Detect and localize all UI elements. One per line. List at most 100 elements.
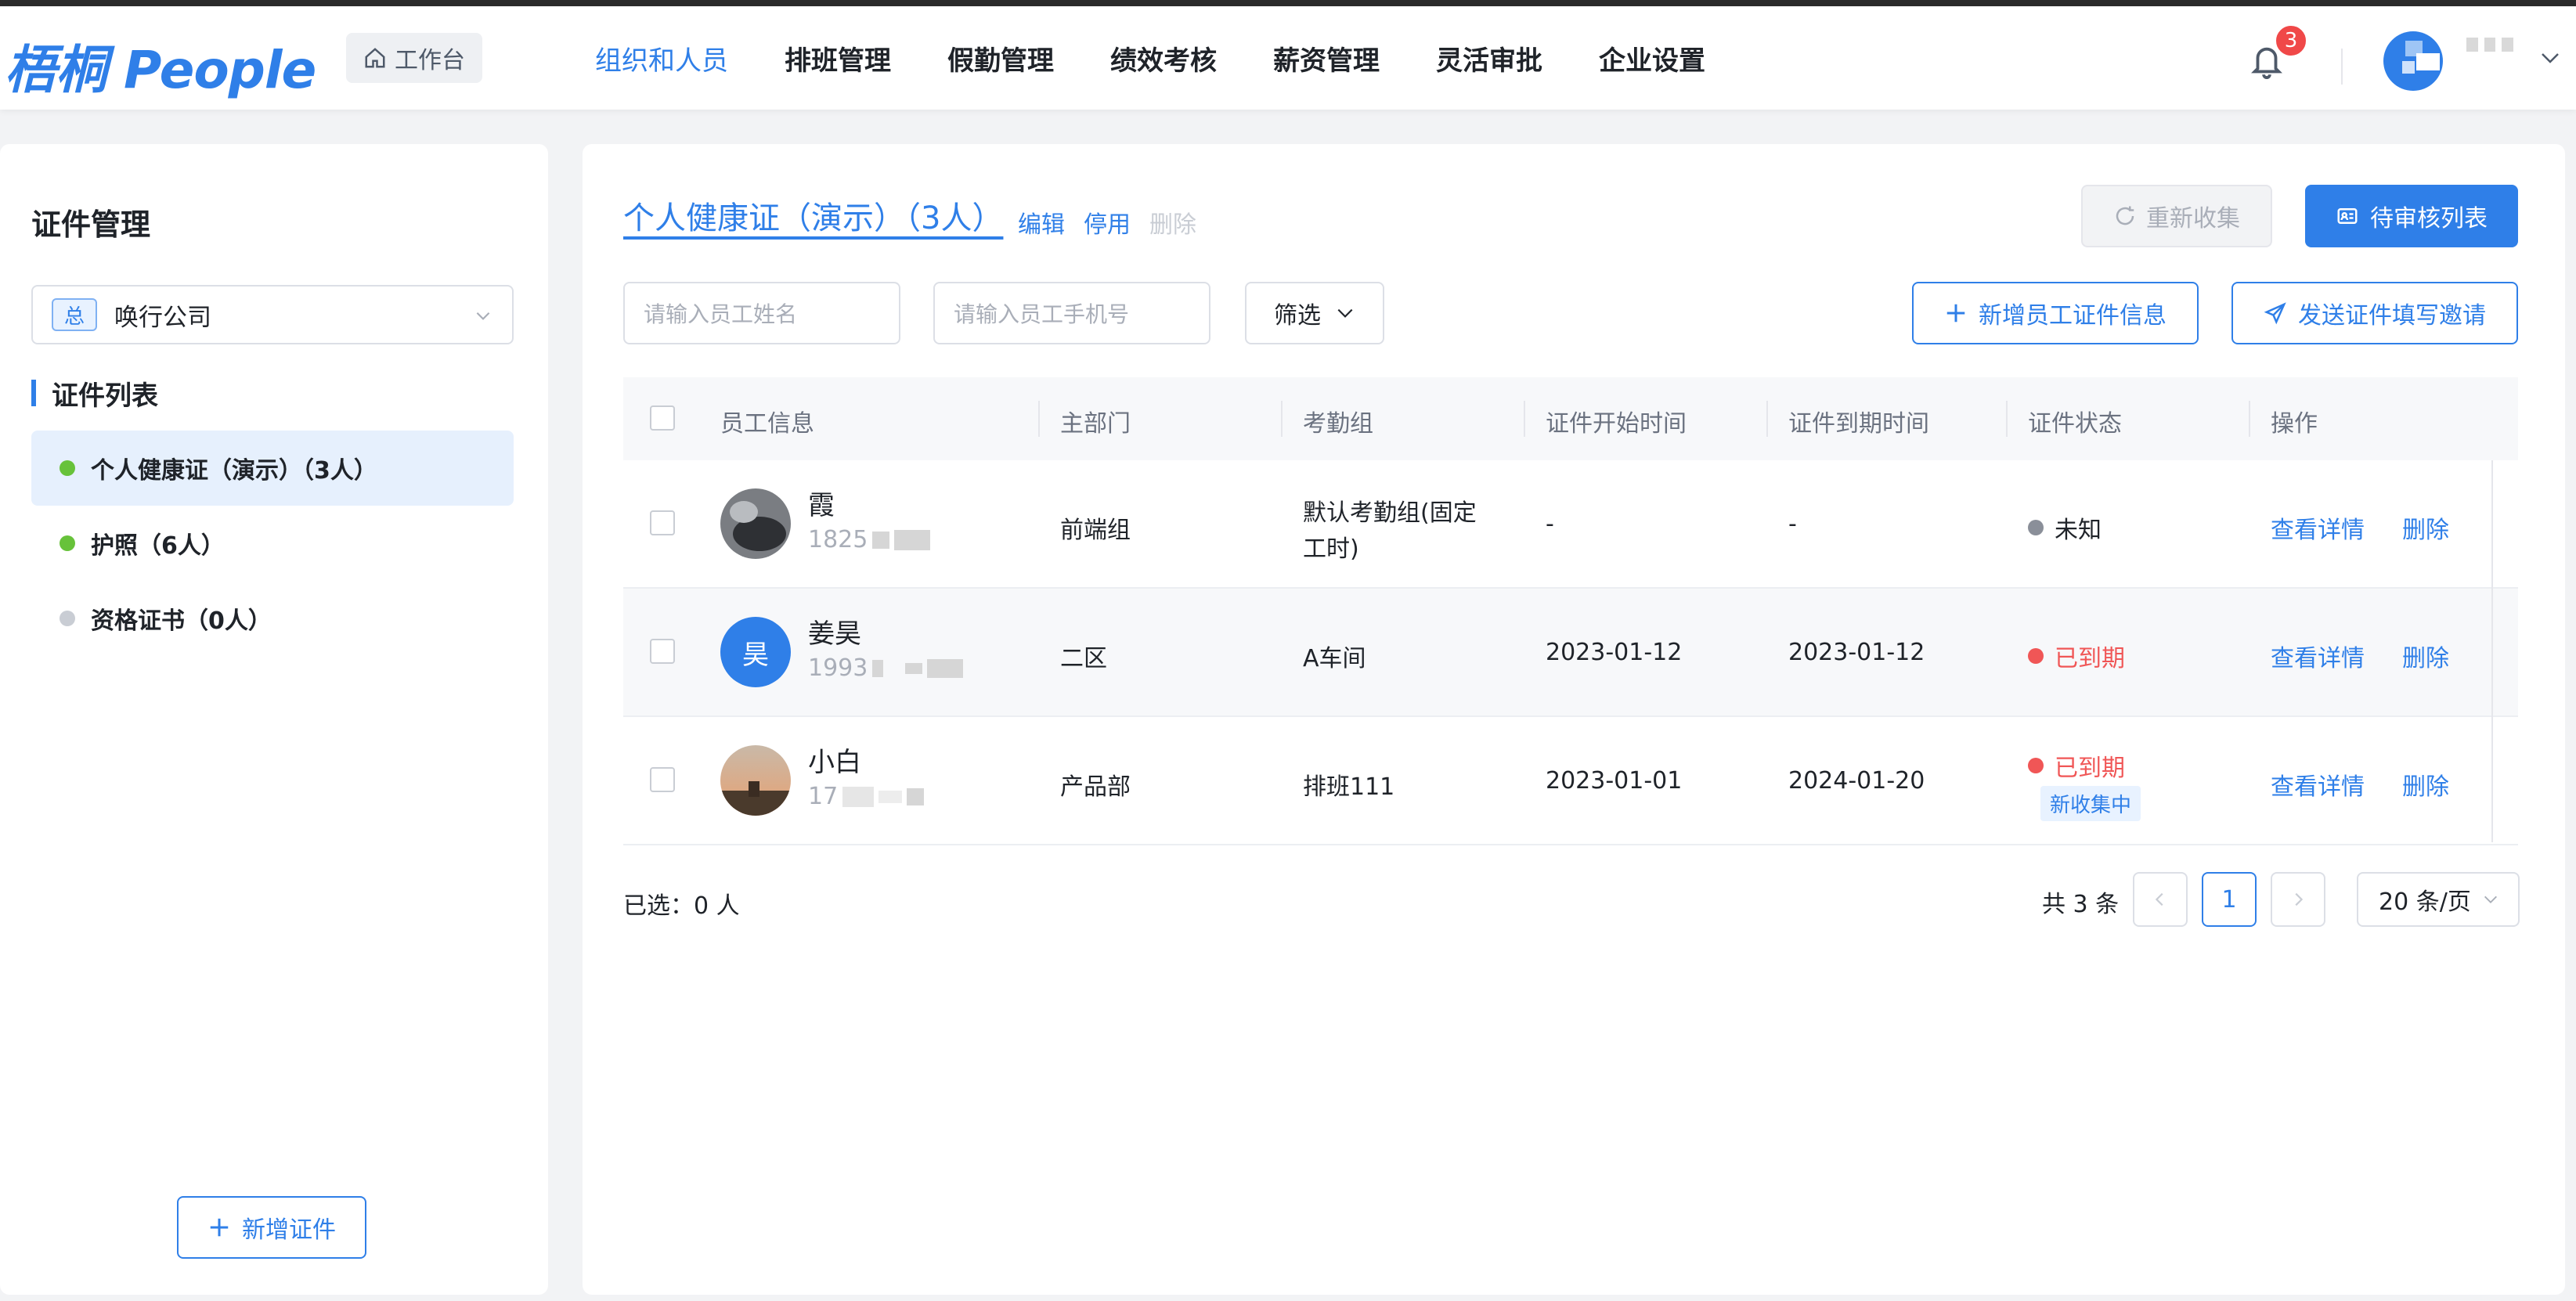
- status-dot: [60, 611, 75, 626]
- certificate-end-date: -: [1788, 510, 1797, 538]
- certificate-start-date: 2023-01-12: [1546, 639, 1683, 666]
- phone-mosaic: [927, 658, 964, 678]
- page-number-button[interactable]: 1: [2202, 872, 2257, 927]
- send-icon: [2264, 302, 2286, 325]
- sidebar-item-passport[interactable]: 护照（6人）: [31, 506, 514, 581]
- employee-avatar: [720, 745, 791, 816]
- company-name: 唤行公司: [114, 303, 211, 332]
- employee-phone: 17: [808, 783, 925, 810]
- phone-mosaic: [872, 531, 890, 549]
- nav-org-people[interactable]: 组织和人员: [595, 39, 728, 77]
- pending-review-button[interactable]: 待审核列表: [2305, 185, 2518, 247]
- notification-badge: 3: [2274, 23, 2308, 58]
- phone-mosaic: [872, 659, 884, 677]
- workbench-label: 工作台: [395, 47, 465, 74]
- table-scrollbar[interactable]: [2491, 460, 2493, 842]
- sidebar-item-label: 个人健康证（演示）（3人）: [91, 457, 377, 485]
- sidebar-item-qualification[interactable]: 资格证书（0人）: [31, 581, 514, 656]
- row-checkbox[interactable]: [650, 639, 675, 664]
- add-employee-cert-button[interactable]: 新增员工证件信息: [1912, 282, 2199, 344]
- add-certificate-button[interactable]: 新增证件: [177, 1196, 366, 1259]
- column-employee-info: 员工信息: [720, 410, 814, 438]
- employee-name-placeholder: 请输入员工姓名: [644, 301, 798, 327]
- certificate-list-heading: 证件列表: [31, 377, 158, 412]
- phone-mosaic: [879, 790, 903, 803]
- status-badge: 未知: [2028, 510, 2102, 545]
- edit-link[interactable]: 编辑: [1018, 205, 1065, 240]
- page-size-value: 20 条/页: [2379, 888, 2471, 916]
- delete-row-link[interactable]: 删除: [2402, 767, 2449, 802]
- employee-name: 小白: [808, 747, 861, 778]
- collecting-tag: 新收集中: [2040, 786, 2141, 821]
- status-dot: [2028, 520, 2044, 535]
- company-select[interactable]: 总 唤行公司: [31, 285, 514, 344]
- chevron-down-icon: [1337, 308, 1353, 318]
- attendance-group: A车间: [1303, 645, 1366, 672]
- nav-approval[interactable]: 灵活审批: [1436, 39, 1542, 77]
- view-details-link[interactable]: 查看详情: [2271, 639, 2365, 673]
- recollect-label: 重新收集: [2146, 205, 2240, 232]
- view-details-link[interactable]: 查看详情: [2271, 767, 2365, 802]
- table-row: 小白 17 产品部 排班111 2023-01-01 2024-01-20 已到…: [623, 717, 2518, 845]
- certificate-title[interactable]: 个人健康证（演示）（3人）: [623, 193, 1003, 238]
- employee-phone-prefix: 1993: [808, 654, 868, 682]
- attendance-group-line2: 工时): [1303, 535, 1359, 563]
- attendance-group: 默认考勤组(固定: [1303, 499, 1477, 527]
- sidebar-item-health-cert[interactable]: 个人健康证（演示）（3人）: [31, 431, 514, 506]
- nav-performance[interactable]: 绩效考核: [1110, 39, 1217, 77]
- workbench-button[interactable]: 工作台: [346, 33, 482, 83]
- select-all-checkbox[interactable]: [650, 405, 675, 431]
- next-page-button[interactable]: [2271, 872, 2325, 927]
- employee-avatar: 昊: [720, 617, 791, 687]
- chevron-down-icon: [2484, 896, 2497, 903]
- main-panel: 个人健康证（演示）（3人） 编辑 停用 删除 重新收集 待审核列表 请输入员工姓…: [583, 144, 2565, 1295]
- selected-count: 已选：0 人: [623, 892, 740, 920]
- employee-phone: 1993: [808, 654, 964, 682]
- phone-mosaic: [905, 662, 923, 674]
- attendance-group: 排班111: [1303, 773, 1395, 801]
- certificate-end-date: 2023-01-12: [1788, 639, 1925, 666]
- status-dot: [2028, 648, 2044, 664]
- user-avatar[interactable]: [2382, 30, 2454, 92]
- row-checkbox[interactable]: [650, 767, 675, 792]
- delete-row-link[interactable]: 删除: [2402, 510, 2449, 545]
- column-end-date: 证件到期时间: [1788, 410, 1929, 438]
- disable-link[interactable]: 停用: [1084, 205, 1131, 240]
- sidebar-item-label: 护照（6人）: [91, 532, 225, 560]
- column-start-date: 证件开始时间: [1546, 410, 1687, 438]
- employee-phone-input[interactable]: 请输入员工手机号: [933, 282, 1210, 344]
- row-checkbox[interactable]: [650, 510, 675, 535]
- employee-name-input[interactable]: 请输入员工姓名: [623, 282, 900, 344]
- status-badge: 已到期: [2028, 748, 2125, 783]
- status-text: 已到期: [2055, 645, 2125, 672]
- chevron-down-icon[interactable]: [2538, 50, 2562, 66]
- chevron-right-icon: [2295, 892, 2304, 906]
- recollect-button[interactable]: 重新收集: [2081, 185, 2272, 247]
- app-logo[interactable]: 梧桐 People: [5, 28, 316, 103]
- nav-scheduling[interactable]: 排班管理: [785, 39, 891, 77]
- nav-payroll[interactable]: 薪资管理: [1273, 39, 1380, 77]
- table-row: 昊 姜昊 1993 二区 A车间 2023-01-12 2023-01-12 已…: [623, 589, 2518, 717]
- nav-leave-attendance[interactable]: 假勤管理: [947, 39, 1054, 77]
- certificate-sidebar: 证件管理 总 唤行公司 证件列表 个人健康证（演示）（3人） 护照（6人） 资格…: [0, 144, 548, 1295]
- column-divider: [1524, 401, 1525, 437]
- plus-icon: [210, 1218, 229, 1237]
- id-card-icon: [2337, 208, 2358, 224]
- page-size-select[interactable]: 20 条/页: [2357, 872, 2520, 927]
- phone-mosaic: [894, 529, 931, 550]
- prev-page-button[interactable]: [2133, 872, 2188, 927]
- filter-dropdown[interactable]: 筛选: [1245, 282, 1384, 344]
- status-text: 已到期: [2055, 755, 2125, 782]
- employee-department: 产品部: [1060, 773, 1131, 801]
- sidebar-item-label: 资格证书（0人）: [91, 607, 272, 635]
- nav-enterprise-settings[interactable]: 企业设置: [1599, 39, 1705, 77]
- delete-row-link[interactable]: 删除: [2402, 639, 2449, 673]
- phone-mosaic: [907, 787, 925, 805]
- header-divider: [2341, 49, 2343, 85]
- view-details-link[interactable]: 查看详情: [2271, 510, 2365, 545]
- certificate-end-date: 2024-01-20: [1788, 767, 1925, 795]
- send-invite-label: 发送证件填写邀请: [2298, 302, 2486, 330]
- send-invite-button[interactable]: 发送证件填写邀请: [2231, 282, 2518, 344]
- employee-avatar: [720, 488, 791, 559]
- delete-link[interactable]: 删除: [1149, 205, 1196, 240]
